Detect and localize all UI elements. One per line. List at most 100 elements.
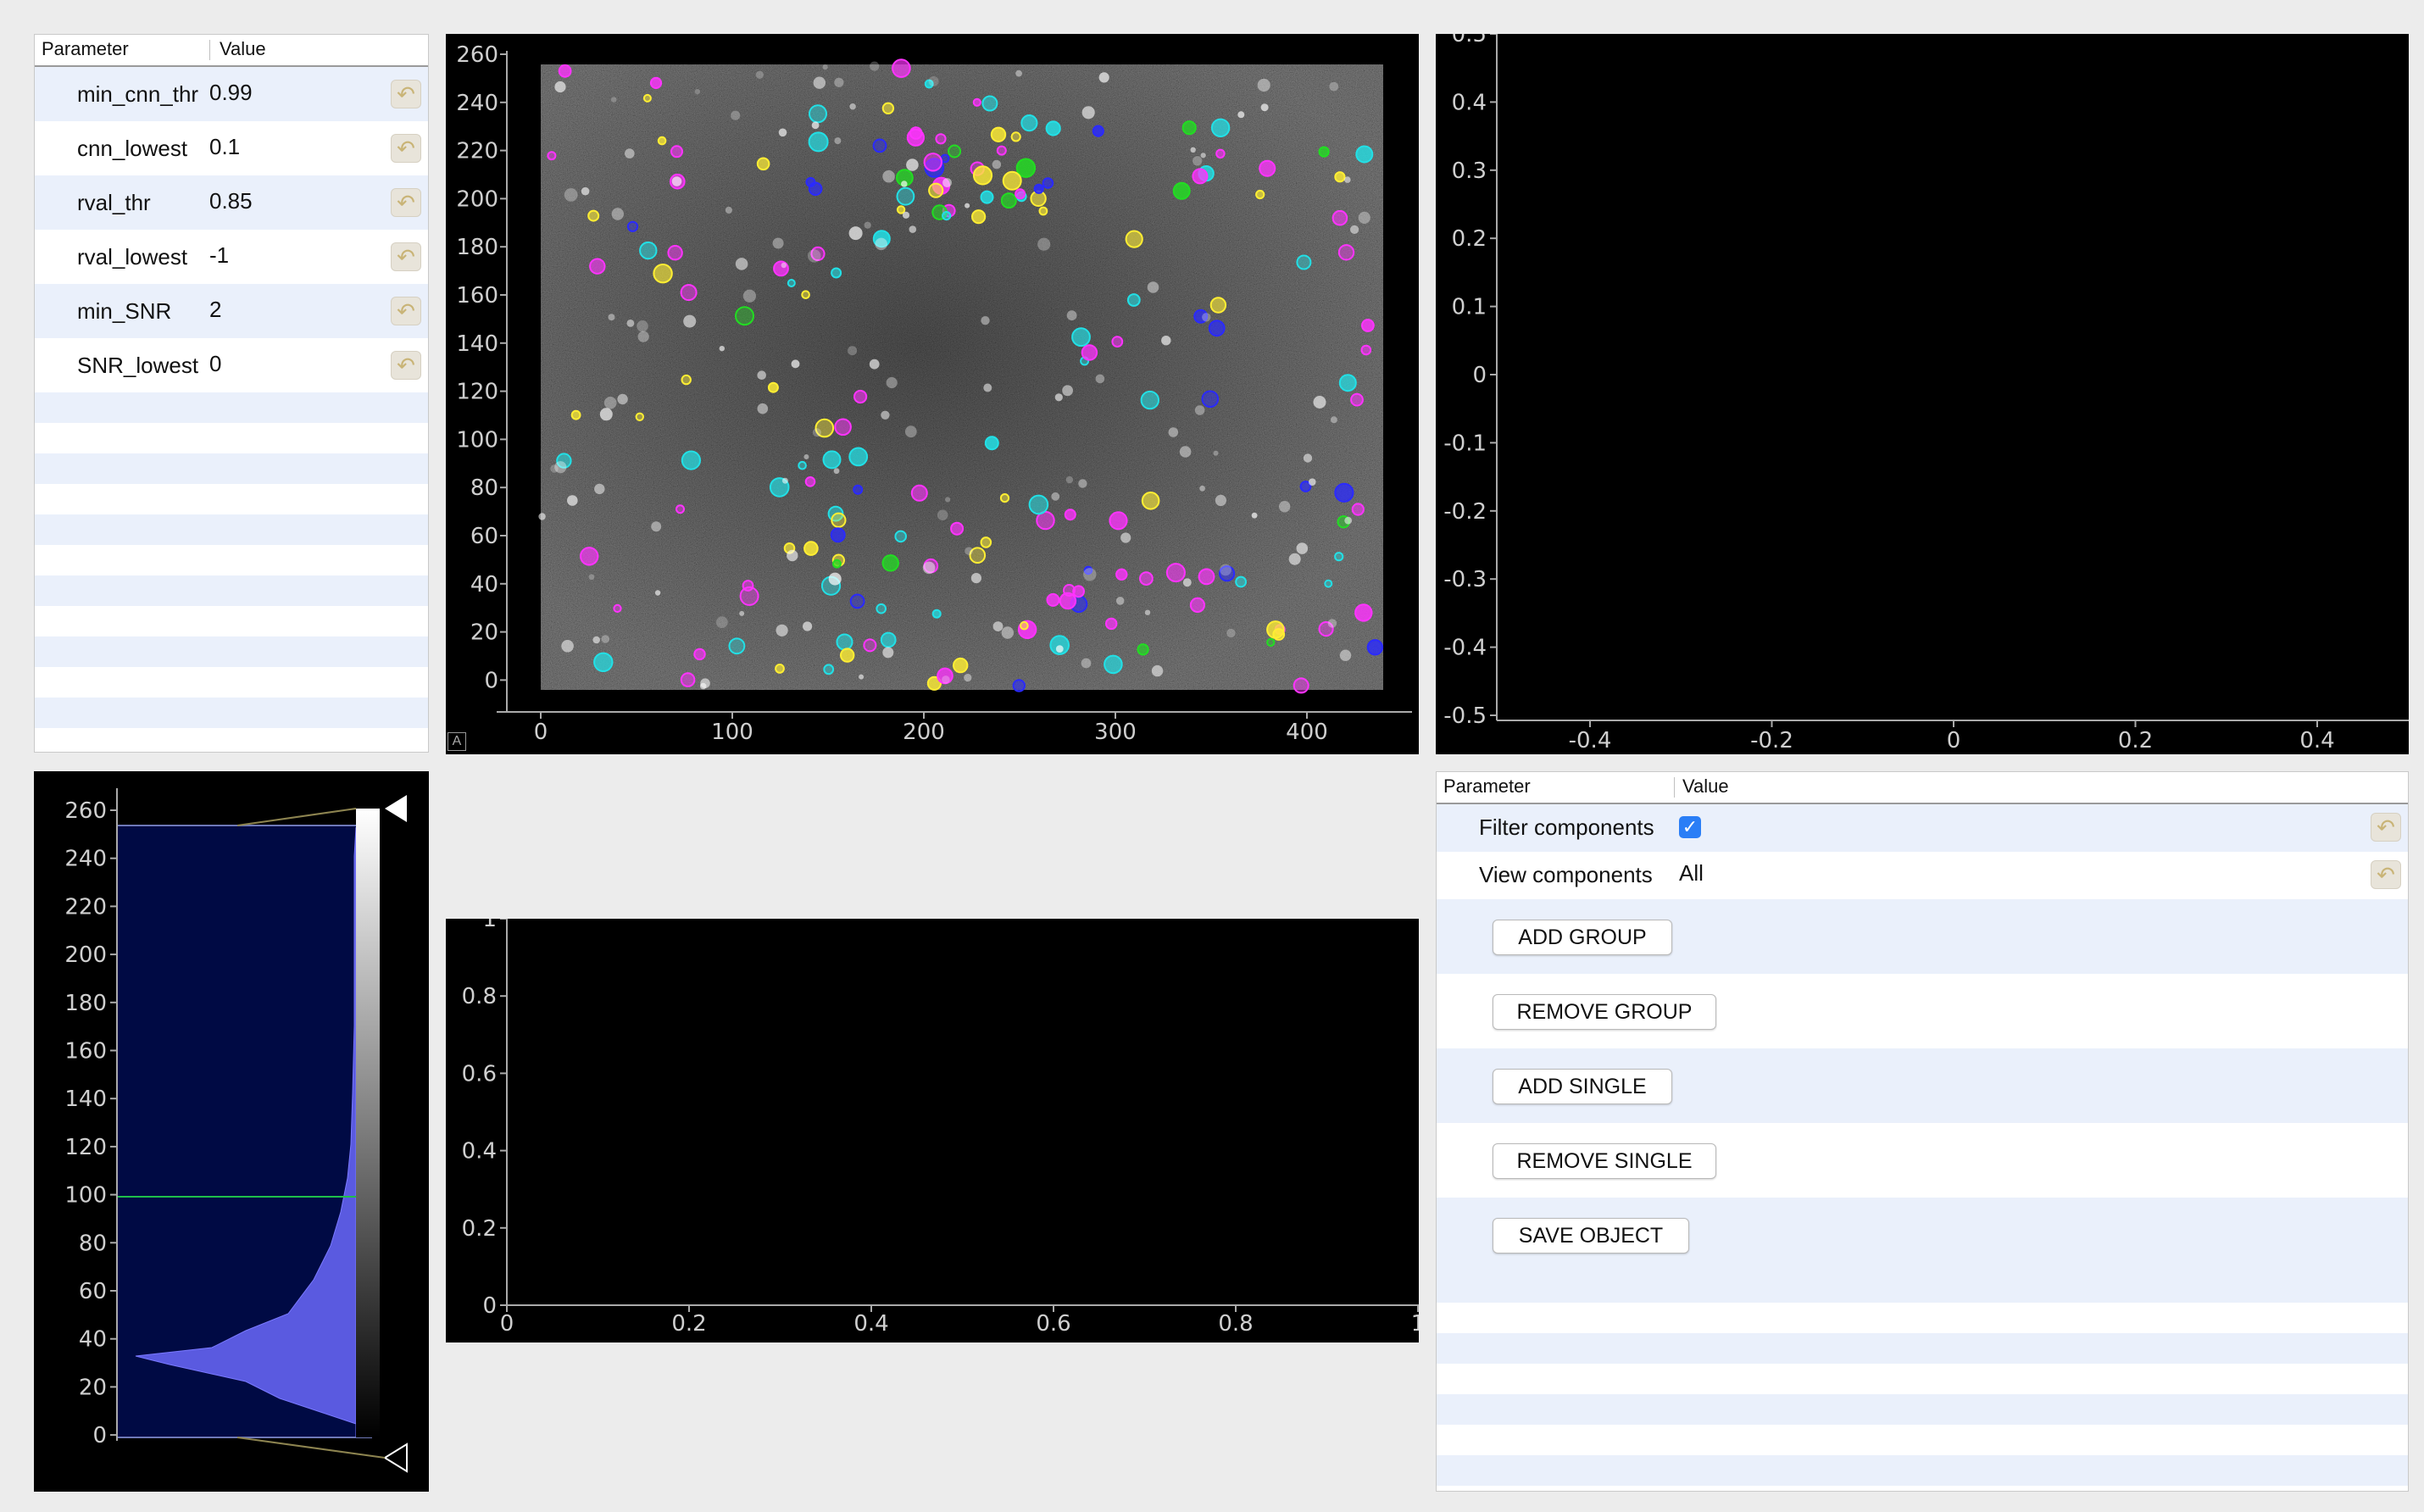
component-contour[interactable] <box>613 603 622 614</box>
component-contour[interactable] <box>798 460 807 470</box>
component-contour[interactable] <box>1139 571 1154 586</box>
component-contour[interactable] <box>872 138 887 153</box>
component-contour[interactable] <box>675 504 685 514</box>
min-level-handle[interactable] <box>383 1443 408 1473</box>
component-contour[interactable] <box>823 664 835 675</box>
component-contour[interactable] <box>639 241 658 260</box>
component-contour[interactable] <box>803 541 819 556</box>
component-contour[interactable] <box>853 484 864 495</box>
reset-default-icon[interactable]: ↶ <box>2371 860 2401 889</box>
component-contour[interactable] <box>680 672 696 687</box>
component-contour[interactable] <box>653 264 673 284</box>
component-contour[interactable] <box>1355 145 1374 164</box>
component-contour[interactable] <box>635 412 645 421</box>
component-contour[interactable] <box>728 637 746 655</box>
component-contour[interactable] <box>1361 319 1375 332</box>
filter-components-row[interactable]: Filter components ✓ ↶ <box>1437 804 2408 852</box>
component-contour[interactable] <box>906 128 926 147</box>
component-contour[interactable] <box>1318 146 1330 158</box>
param-row[interactable]: min_cnn_thr 0.99 ↶ <box>35 67 428 121</box>
component-contour[interactable] <box>834 418 852 436</box>
reset-default-icon[interactable]: ↶ <box>391 297 421 325</box>
component-contour[interactable] <box>1208 320 1226 337</box>
component-contour[interactable] <box>971 209 987 225</box>
component-contour[interactable] <box>1059 592 1077 610</box>
component-contour[interactable] <box>880 631 897 648</box>
param-value-field[interactable]: -1 <box>209 242 229 269</box>
component-contour[interactable] <box>950 521 965 536</box>
param-value-field[interactable]: 0.85 <box>209 188 253 214</box>
component-contour[interactable] <box>775 664 785 674</box>
param-row[interactable]: rval_lowest -1 ↶ <box>35 230 428 284</box>
component-contour[interactable] <box>1324 579 1333 588</box>
component-contour[interactable] <box>1198 568 1215 586</box>
component-contour[interactable] <box>649 76 663 90</box>
reset-default-icon[interactable]: ↶ <box>391 242 421 271</box>
param-value-field[interactable]: 0.1 <box>209 134 240 160</box>
component-contour[interactable] <box>1189 597 1206 614</box>
component-contour[interactable] <box>1038 206 1048 216</box>
component-contour[interactable] <box>1081 344 1098 361</box>
component-contour[interactable] <box>787 279 796 287</box>
component-contour[interactable] <box>830 527 846 543</box>
component-contour[interactable] <box>910 484 928 502</box>
component-contour[interactable] <box>953 657 969 674</box>
component-contour[interactable] <box>832 559 842 569</box>
component-contour[interactable] <box>1272 628 1286 641</box>
component-contour[interactable] <box>1010 131 1021 142</box>
component-contour[interactable] <box>1165 563 1186 583</box>
component-contour[interactable] <box>1028 494 1049 515</box>
component-contour[interactable] <box>942 211 952 221</box>
component-contour[interactable] <box>831 267 842 279</box>
component-contour[interactable] <box>681 374 692 386</box>
component-contour[interactable] <box>935 133 947 145</box>
component-contour[interactable] <box>853 389 868 404</box>
component-contour[interactable] <box>1020 620 1029 631</box>
component-contour[interactable] <box>1092 125 1104 137</box>
component-contour[interactable] <box>1181 120 1197 136</box>
component-contour[interactable] <box>1015 188 1026 200</box>
histogram-lut[interactable]: 260 240 220 200 180 160 140 120 100 80 60 40 20 0 <box>34 771 429 1492</box>
component-contour[interactable] <box>849 593 865 609</box>
component-contour[interactable] <box>1334 171 1346 183</box>
component-contour[interactable] <box>1351 503 1365 516</box>
component-contour[interactable] <box>767 381 779 393</box>
component-contour[interactable] <box>1172 181 1191 200</box>
component-contour[interactable] <box>980 536 992 548</box>
component-contour[interactable] <box>894 530 908 543</box>
component-contour[interactable] <box>923 153 942 172</box>
component-contour[interactable] <box>1337 244 1355 261</box>
component-contour[interactable] <box>990 126 1007 143</box>
component-contour[interactable] <box>1126 293 1141 307</box>
component-contour[interactable] <box>999 493 1010 503</box>
component-contour[interactable] <box>840 648 855 663</box>
component-contour[interactable] <box>1105 617 1118 631</box>
component-contour[interactable] <box>1111 336 1124 348</box>
component-contour[interactable] <box>773 260 789 277</box>
metrics-plot[interactable]: 1 0.8 0.6 0.4 0.2 0 0 0.2 0.4 0.6 0.8 1 <box>446 919 1419 1342</box>
component-contour[interactable] <box>657 136 667 146</box>
reset-default-icon[interactable]: ↶ <box>391 351 421 380</box>
component-contour[interactable] <box>626 220 639 232</box>
component-contour[interactable] <box>980 190 994 204</box>
component-contour[interactable] <box>804 476 816 487</box>
param-row[interactable]: cnn_lowest 0.1 ↶ <box>35 121 428 175</box>
add-single-button[interactable]: ADD SINGLE <box>1493 1069 1672 1104</box>
component-contour[interactable] <box>984 436 999 451</box>
reset-default-icon[interactable]: ↶ <box>391 80 421 108</box>
component-contour[interactable] <box>822 450 842 470</box>
component-contour[interactable] <box>1350 392 1364 407</box>
param-value-field[interactable]: 2 <box>209 297 221 323</box>
component-contour[interactable] <box>1259 159 1276 177</box>
param-row[interactable]: rval_thr 0.85 ↶ <box>35 175 428 230</box>
component-contour[interactable] <box>876 603 887 614</box>
component-contour[interactable] <box>1072 585 1085 598</box>
component-contour[interactable] <box>667 245 683 261</box>
param-value-field[interactable]: 0 <box>209 351 221 377</box>
component-contour[interactable] <box>1366 639 1384 656</box>
component-contour[interactable] <box>693 648 706 661</box>
component-contour[interactable] <box>1033 183 1044 194</box>
remove-group-button[interactable]: REMOVE GROUP <box>1493 994 1716 1030</box>
component-contour[interactable] <box>1104 654 1123 675</box>
component-contour[interactable] <box>587 209 600 222</box>
